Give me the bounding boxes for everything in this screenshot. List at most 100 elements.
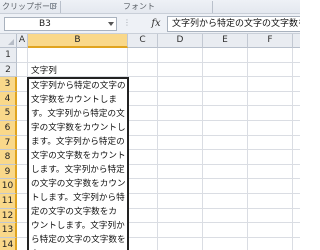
cell-c10[interactable] [128, 179, 158, 194]
row-header-1[interactable]: 1 [0, 48, 17, 63]
insert-function-button[interactable]: fx [148, 16, 164, 31]
cell-c9[interactable] [128, 164, 158, 180]
cell-g11[interactable] [293, 194, 300, 209]
cell-e10[interactable] [203, 179, 248, 194]
cell-g5[interactable] [293, 106, 300, 121]
cell-g2[interactable] [293, 63, 300, 78]
column-header-c[interactable]: C [128, 34, 158, 48]
row-header-10[interactable]: 10 [0, 179, 17, 194]
cell-c4[interactable] [128, 91, 158, 107]
cell-b1[interactable] [28, 48, 128, 63]
cell-c14[interactable] [128, 237, 158, 250]
cell-c11[interactable] [128, 194, 158, 209]
cell-c1[interactable] [128, 48, 158, 63]
cell-f2[interactable] [248, 62, 293, 78]
cell-f9[interactable] [248, 164, 293, 180]
cell-c7[interactable] [128, 135, 158, 151]
cell-e1[interactable] [203, 48, 248, 63]
cell-f4[interactable] [248, 91, 293, 107]
column-header-b[interactable]: B [28, 34, 128, 48]
cell-f10[interactable] [248, 179, 293, 194]
cell-c2[interactable] [128, 62, 158, 78]
cell-g14[interactable] [293, 238, 300, 250]
cell-e9[interactable] [203, 164, 248, 180]
cell-g10[interactable] [293, 179, 300, 194]
cell-d2[interactable] [158, 62, 203, 78]
row-header-11[interactable]: 11 [0, 194, 17, 209]
cell-e12[interactable] [203, 208, 248, 224]
cell-d9[interactable] [158, 164, 203, 180]
row-header-13[interactable]: 13 [0, 223, 17, 238]
cell-e14[interactable] [203, 237, 248, 250]
row-header-12[interactable]: 12 [0, 208, 17, 224]
cell-g3[interactable] [293, 77, 300, 92]
select-all-button[interactable] [0, 34, 17, 48]
cell-e3[interactable] [203, 77, 248, 92]
cell-a2[interactable] [17, 62, 28, 78]
column-header-a[interactable]: A [17, 34, 28, 48]
cell-g6[interactable] [293, 121, 300, 136]
cell-d13[interactable] [158, 223, 203, 238]
column-header-d[interactable]: D [158, 34, 203, 48]
cell-e6[interactable] [203, 121, 248, 136]
cell-f3[interactable] [248, 77, 293, 92]
cell-a1[interactable] [17, 48, 28, 63]
cell-c8[interactable] [128, 150, 158, 165]
cell-f6[interactable] [248, 121, 293, 136]
cell-c6[interactable] [128, 121, 158, 136]
cell-d10[interactable] [158, 179, 203, 194]
row-header-3[interactable]: 3 [0, 77, 17, 92]
cell-g12[interactable] [293, 209, 300, 224]
cell-c5[interactable] [128, 106, 158, 121]
cell-e8[interactable] [203, 150, 248, 165]
cell-d12[interactable] [158, 208, 203, 224]
formula-input[interactable]: 文字列から特定の文字の文字数をカ [167, 16, 300, 32]
row-header-2[interactable]: 2 [0, 62, 17, 78]
cell-g13[interactable] [293, 223, 300, 238]
cell-e7[interactable] [203, 135, 248, 151]
cell-d5[interactable] [158, 106, 203, 121]
cell-f7[interactable] [248, 135, 293, 151]
cell-f14[interactable] [248, 237, 293, 250]
cell-g4[interactable] [293, 92, 300, 107]
column-header-f[interactable]: F [248, 34, 293, 48]
cell-d4[interactable] [158, 91, 203, 107]
worksheet-grid[interactable]: ABCDEFG1234567891011121314文字列文字列から特定の文字の… [0, 34, 300, 250]
row-header-5[interactable]: 5 [0, 106, 17, 121]
row-header-4[interactable]: 4 [0, 91, 17, 107]
cell-e13[interactable] [203, 223, 248, 238]
cell-e5[interactable] [203, 106, 248, 121]
cell-g7[interactable] [293, 136, 300, 151]
cell-e4[interactable] [203, 91, 248, 107]
cell-f8[interactable] [248, 150, 293, 165]
cell-g8[interactable] [293, 150, 300, 165]
row-header-8[interactable]: 8 [0, 150, 17, 165]
cell-c3[interactable] [128, 77, 158, 92]
cell-d11[interactable] [158, 194, 203, 209]
cell-c13[interactable] [128, 223, 158, 238]
merged-cell-b3[interactable]: 文字列から特定の文字の 文字数をカウントしま す。文字列から特定の文 字の文字数をカウ… [27, 77, 129, 250]
clipboard-launcher-icon[interactable] [50, 3, 56, 9]
cell-f11[interactable] [248, 194, 293, 209]
row-header-6[interactable]: 6 [0, 121, 17, 136]
cell-g1[interactable] [293, 48, 300, 63]
row-header-7[interactable]: 7 [0, 135, 17, 151]
cell-f12[interactable] [248, 208, 293, 224]
column-header-e[interactable]: E [203, 34, 248, 48]
cell-d3[interactable] [158, 77, 203, 92]
row-header-14[interactable]: 14 [0, 237, 17, 250]
cell-f13[interactable] [248, 223, 293, 238]
cell-d14[interactable] [158, 237, 203, 250]
cell-d1[interactable] [158, 48, 203, 63]
column-header-g[interactable]: G [293, 34, 300, 48]
cell-c12[interactable] [128, 208, 158, 224]
cell-e2[interactable] [203, 62, 248, 78]
cell-g9[interactable] [293, 165, 300, 180]
cell-d7[interactable] [158, 135, 203, 151]
cell-d8[interactable] [158, 150, 203, 165]
resize-handle-icon[interactable]: ⋮ [123, 18, 132, 27]
cell-f1[interactable] [248, 48, 293, 63]
cell-d6[interactable] [158, 121, 203, 136]
chevron-down-icon[interactable] [108, 22, 114, 26]
name-box[interactable]: B3 [4, 17, 117, 31]
